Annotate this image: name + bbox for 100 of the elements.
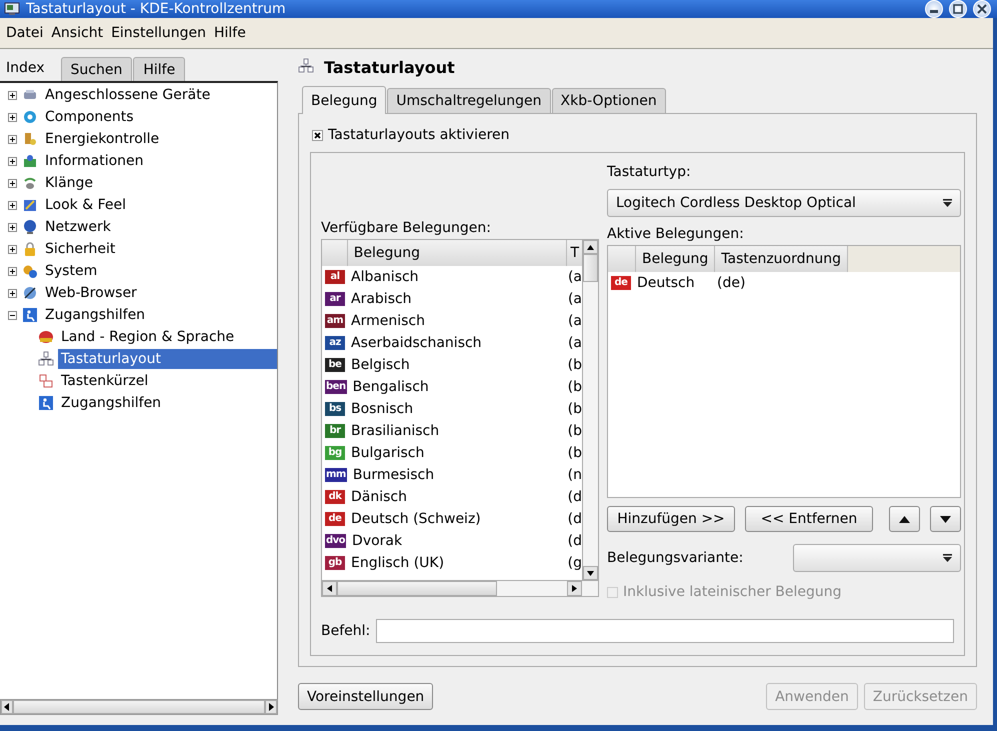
tree-item[interactable]: Zugangshilfen [42,305,148,325]
horizontal-scrollbar[interactable] [0,699,278,715]
table-cell-text: Deutsch (Schweiz) [351,511,482,527]
field-label: Belegungsvariante: [607,550,744,566]
tab[interactable]: Umschaltregelungen [387,88,551,113]
flag-icon: az [325,336,345,350]
move-up-button[interactable] [889,506,920,532]
tree-item[interactable]: Klänge [42,173,96,193]
scrollbar-thumb[interactable] [337,581,497,596]
table-cell-text: Belgisch [351,357,411,373]
tree-item[interactable]: Tastaturlayout [58,349,277,369]
category-icon [22,197,38,213]
column-header[interactable]: Belegung [636,246,716,272]
tree-item[interactable]: Look & Feel [42,195,130,215]
flag-icon: am [325,314,345,328]
right-arrow-icon [268,703,274,711]
table-cell-text: Bulgarisch [351,445,426,461]
table-cell-text: Burmesisch [352,467,436,483]
list-label: Aktive Belegungen: [607,225,745,244]
expand-icon[interactable] [8,112,17,122]
vertical-scrollbar[interactable] [582,240,598,580]
tree-item[interactable]: Netzwerk [42,217,114,237]
tree-item[interactable]: Tastenkürzel [58,371,152,391]
command-field[interactable] [376,619,954,643]
flag-icon: dvo [325,534,346,548]
keyboard-type-dropdown[interactable]: Logitech Cordless Desktop Optical [607,189,961,217]
collapse-icon[interactable] [8,310,17,320]
dropdown-arrow-icon [943,554,952,562]
category-icon [22,241,38,257]
module-icon [38,351,54,367]
tree-item[interactable]: Angeschlossene Geräte [42,85,214,105]
table-cell: (b [568,401,582,417]
expand-icon[interactable] [8,200,17,210]
checkbox[interactable] [312,130,323,140]
table-cell-text: Arabisch [351,291,413,307]
scrollbar-thumb[interactable] [583,254,598,282]
app-icon [4,2,20,16]
tab[interactable]: Xkb-Optionen [552,88,666,113]
flag-icon: de [325,512,345,526]
menu-item[interactable]: Ansicht [47,23,108,43]
module-icon [38,373,54,389]
table-cell-text: Deutsch [637,275,696,291]
column-header[interactable]: Belegung [348,240,568,266]
maximize-button[interactable] [949,0,967,18]
flag-icon: bs [325,402,345,416]
table-cell-text: Dvorak [352,533,404,549]
maximize-icon [953,4,963,14]
add-button[interactable]: Hinzufügen >> [607,506,735,532]
expand-icon[interactable] [8,266,17,276]
move-down-button[interactable] [930,506,961,532]
footer-button[interactable]: Voreinstellungen [298,683,434,710]
sidebar-tab[interactable]: Hilfe [133,57,186,81]
table-cell: (de) [717,275,746,291]
menu-item[interactable]: Datei [2,23,48,43]
minimize-button[interactable] [925,0,943,18]
close-button[interactable] [973,0,991,18]
expand-icon[interactable] [8,178,17,188]
list-label: Verfügbare Belegungen: [321,219,492,238]
tree-item[interactable]: Components [42,107,137,127]
table-cell-text: Armenisch [351,313,426,329]
tree-item[interactable]: Web-Browser [42,283,140,303]
expand-icon[interactable] [8,222,17,232]
column-header[interactable]: T [567,240,582,266]
menu-item[interactable]: Hilfe [210,23,250,43]
category-icon [22,131,38,147]
menu-item[interactable]: Einstellungen [107,23,210,43]
tree-item[interactable]: Informationen [42,151,147,171]
expand-icon[interactable] [8,244,17,254]
tree-item[interactable]: Sicherheit [42,239,118,259]
category-icon [22,109,38,125]
table-cell-text: Aserbaidschanisch [351,335,483,351]
table-cell: (a [568,269,582,285]
category-icon [22,175,38,191]
expand-icon[interactable] [8,288,17,298]
column-header[interactable]: Tastenzuordnung [715,246,848,272]
flag-icon: dk [325,490,345,504]
category-icon [22,307,38,323]
table-cell: (b [568,357,582,373]
table-cell: (d [568,489,582,505]
module-title: Tastaturlayout [324,58,455,76]
remove-button[interactable]: << Entfernen [745,506,873,532]
expand-icon[interactable] [8,134,17,144]
close-icon [977,4,987,14]
tree-item[interactable]: System [42,261,100,281]
table-cell: (b [568,423,582,439]
flag-icon: be [325,358,345,372]
tree-item[interactable]: Energiekontrolle [42,129,162,149]
table-cell-text: Brasilianisch [351,423,440,439]
table-cell-text: Bosnisch [351,401,414,417]
horizontal-scrollbar[interactable] [322,580,598,596]
tree-item[interactable]: Zugangshilfen [58,393,164,413]
tree-item[interactable]: Land - Region & Sprache [58,327,238,347]
tab[interactable]: Belegung [302,86,386,114]
window-title: Tastaturlayout - KDE-Kontrollzentrum [26,1,287,17]
up-arrow-icon [587,244,594,250]
expand-icon[interactable] [8,156,17,166]
scrollbar-thumb[interactable] [12,700,266,714]
sidebar-tab[interactable]: Suchen [60,57,132,81]
table-cell: (b [568,445,582,461]
expand-icon[interactable] [8,90,17,100]
